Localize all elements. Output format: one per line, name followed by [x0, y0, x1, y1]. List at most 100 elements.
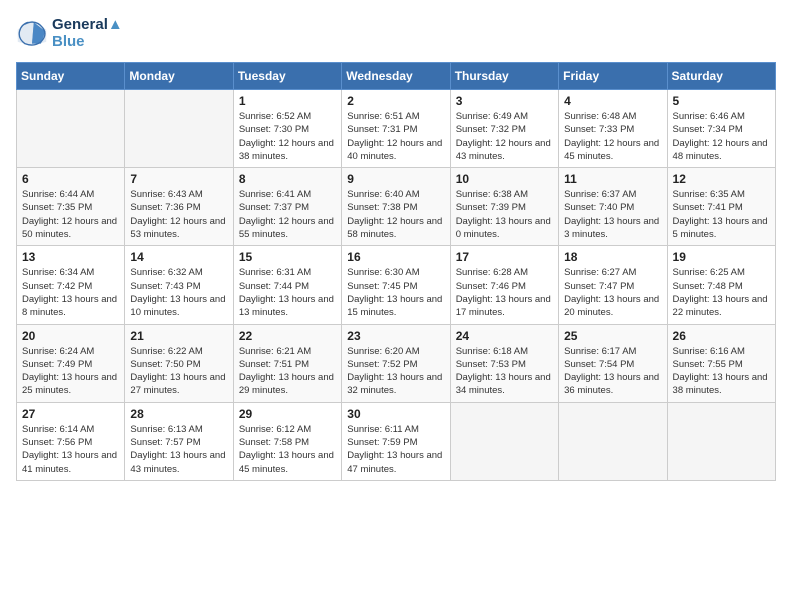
- weekday-header: Friday: [559, 63, 667, 90]
- day-number: 12: [673, 172, 770, 186]
- calendar-day-cell: 15Sunrise: 6:31 AMSunset: 7:44 PMDayligh…: [233, 246, 341, 324]
- calendar-day-cell: 1 Sunrise: 6:52 AMSunset: 7:30 PMDaylight…: [233, 90, 341, 168]
- calendar-week-row: 1 Sunrise: 6:52 AMSunset: 7:30 PMDaylight…: [17, 90, 776, 168]
- calendar-header-row: SundayMondayTuesdayWednesdayThursdayFrid…: [17, 63, 776, 90]
- calendar-day-cell: 7 Sunrise: 6:43 AMSunset: 7:36 PMDaylight…: [125, 168, 233, 246]
- day-number: 11: [564, 172, 661, 186]
- day-info: Sunrise: 6:13 AMSunset: 7:57 PMDaylight:…: [130, 423, 227, 476]
- day-info: Sunrise: 6:21 AMSunset: 7:51 PMDaylight:…: [239, 345, 336, 398]
- day-number: 18: [564, 250, 661, 264]
- calendar-week-row: 27 Sunrise: 6:14 AMSunset: 7:56 PMDayligh…: [17, 402, 776, 480]
- calendar-day-cell: 23Sunrise: 6:20 AMSunset: 7:52 PMDayligh…: [342, 324, 450, 402]
- day-number: 26: [673, 329, 770, 343]
- day-number: 7: [130, 172, 227, 186]
- calendar-day-cell: 30 Sunrise: 6:11 AMSunset: 7:59 PMDayligh…: [342, 402, 450, 480]
- calendar-day-cell: 26 Sunrise: 6:16 AMSunset: 7:55 PMDayligh…: [667, 324, 775, 402]
- calendar-day-cell: 25Sunrise: 6:17 AMSunset: 7:54 PMDayligh…: [559, 324, 667, 402]
- calendar-day-cell: [17, 90, 125, 168]
- day-number: 24: [456, 329, 553, 343]
- calendar-day-cell: [667, 402, 775, 480]
- day-info: Sunrise: 6:25 AMSunset: 7:48 PMDaylight:…: [673, 266, 770, 319]
- day-info: Sunrise: 6:28 AMSunset: 7:46 PMDaylight:…: [456, 266, 553, 319]
- weekday-header: Saturday: [667, 63, 775, 90]
- calendar-day-cell: 4 Sunrise: 6:48 AMSunset: 7:33 PMDaylight…: [559, 90, 667, 168]
- day-info: Sunrise: 6:30 AMSunset: 7:45 PMDaylight:…: [347, 266, 444, 319]
- day-number: 3: [456, 94, 553, 108]
- page-header: General▲ Blue: [16, 16, 776, 50]
- calendar-day-cell: 20 Sunrise: 6:24 AMSunset: 7:49 PMDayligh…: [17, 324, 125, 402]
- calendar-day-cell: 28 Sunrise: 6:13 AMSunset: 7:57 PMDayligh…: [125, 402, 233, 480]
- day-number: 16: [347, 250, 444, 264]
- weekday-header: Wednesday: [342, 63, 450, 90]
- day-info: Sunrise: 6:22 AMSunset: 7:50 PMDaylight:…: [130, 345, 227, 398]
- day-info: Sunrise: 6:44 AMSunset: 7:35 PMDaylight:…: [22, 188, 119, 241]
- day-info: Sunrise: 6:24 AMSunset: 7:49 PMDaylight:…: [22, 345, 119, 398]
- calendar-day-cell: [125, 90, 233, 168]
- day-number: 9: [347, 172, 444, 186]
- weekday-header: Sunday: [17, 63, 125, 90]
- day-info: Sunrise: 6:11 AMSunset: 7:59 PMDaylight:…: [347, 423, 444, 476]
- day-number: 20: [22, 329, 119, 343]
- day-info: Sunrise: 6:14 AMSunset: 7:56 PMDaylight:…: [22, 423, 119, 476]
- day-number: 1: [239, 94, 336, 108]
- calendar-day-cell: 14 Sunrise: 6:32 AMSunset: 7:43 PMDayligh…: [125, 246, 233, 324]
- day-info: Sunrise: 6:32 AMSunset: 7:43 PMDaylight:…: [130, 266, 227, 319]
- calendar-week-row: 13Sunrise: 6:34 AMSunset: 7:42 PMDayligh…: [17, 246, 776, 324]
- day-number: 4: [564, 94, 661, 108]
- calendar-week-row: 6 Sunrise: 6:44 AMSunset: 7:35 PMDaylight…: [17, 168, 776, 246]
- logo-text: General▲ Blue: [52, 16, 123, 50]
- day-number: 19: [673, 250, 770, 264]
- calendar-day-cell: 5 Sunrise: 6:46 AMSunset: 7:34 PMDaylight…: [667, 90, 775, 168]
- day-number: 5: [673, 94, 770, 108]
- calendar-day-cell: [559, 402, 667, 480]
- calendar-day-cell: 10 Sunrise: 6:38 AMSunset: 7:39 PMDayligh…: [450, 168, 558, 246]
- day-info: Sunrise: 6:34 AMSunset: 7:42 PMDaylight:…: [22, 266, 119, 319]
- day-number: 10: [456, 172, 553, 186]
- logo: General▲ Blue: [16, 16, 123, 50]
- day-number: 6: [22, 172, 119, 186]
- day-info: Sunrise: 6:35 AMSunset: 7:41 PMDaylight:…: [673, 188, 770, 241]
- day-info: Sunrise: 6:46 AMSunset: 7:34 PMDaylight:…: [673, 110, 770, 163]
- calendar-table: SundayMondayTuesdayWednesdayThursdayFrid…: [16, 62, 776, 481]
- day-number: 25: [564, 329, 661, 343]
- weekday-header: Thursday: [450, 63, 558, 90]
- calendar-day-cell: 8 Sunrise: 6:41 AMSunset: 7:37 PMDaylight…: [233, 168, 341, 246]
- day-number: 21: [130, 329, 227, 343]
- day-number: 17: [456, 250, 553, 264]
- day-info: Sunrise: 6:18 AMSunset: 7:53 PMDaylight:…: [456, 345, 553, 398]
- day-info: Sunrise: 6:49 AMSunset: 7:32 PMDaylight:…: [456, 110, 553, 163]
- calendar-day-cell: 27 Sunrise: 6:14 AMSunset: 7:56 PMDayligh…: [17, 402, 125, 480]
- day-info: Sunrise: 6:48 AMSunset: 7:33 PMDaylight:…: [564, 110, 661, 163]
- day-info: Sunrise: 6:31 AMSunset: 7:44 PMDaylight:…: [239, 266, 336, 319]
- calendar-day-cell: 18 Sunrise: 6:27 AMSunset: 7:47 PMDayligh…: [559, 246, 667, 324]
- day-info: Sunrise: 6:16 AMSunset: 7:55 PMDaylight:…: [673, 345, 770, 398]
- day-number: 28: [130, 407, 227, 421]
- calendar-day-cell: 17 Sunrise: 6:28 AMSunset: 7:46 PMDayligh…: [450, 246, 558, 324]
- calendar-day-cell: 9 Sunrise: 6:40 AMSunset: 7:38 PMDaylight…: [342, 168, 450, 246]
- day-number: 14: [130, 250, 227, 264]
- calendar-day-cell: 6 Sunrise: 6:44 AMSunset: 7:35 PMDaylight…: [17, 168, 125, 246]
- calendar-day-cell: 2 Sunrise: 6:51 AMSunset: 7:31 PMDaylight…: [342, 90, 450, 168]
- day-info: Sunrise: 6:38 AMSunset: 7:39 PMDaylight:…: [456, 188, 553, 241]
- calendar-day-cell: [450, 402, 558, 480]
- day-number: 2: [347, 94, 444, 108]
- calendar-day-cell: 12 Sunrise: 6:35 AMSunset: 7:41 PMDayligh…: [667, 168, 775, 246]
- calendar-day-cell: 11Sunrise: 6:37 AMSunset: 7:40 PMDayligh…: [559, 168, 667, 246]
- day-number: 23: [347, 329, 444, 343]
- calendar-day-cell: 21 Sunrise: 6:22 AMSunset: 7:50 PMDayligh…: [125, 324, 233, 402]
- day-info: Sunrise: 6:40 AMSunset: 7:38 PMDaylight:…: [347, 188, 444, 241]
- calendar-day-cell: 16 Sunrise: 6:30 AMSunset: 7:45 PMDayligh…: [342, 246, 450, 324]
- day-info: Sunrise: 6:43 AMSunset: 7:36 PMDaylight:…: [130, 188, 227, 241]
- day-info: Sunrise: 6:41 AMSunset: 7:37 PMDaylight:…: [239, 188, 336, 241]
- calendar-day-cell: 13Sunrise: 6:34 AMSunset: 7:42 PMDayligh…: [17, 246, 125, 324]
- day-info: Sunrise: 6:27 AMSunset: 7:47 PMDaylight:…: [564, 266, 661, 319]
- day-number: 29: [239, 407, 336, 421]
- calendar-day-cell: 22Sunrise: 6:21 AMSunset: 7:51 PMDayligh…: [233, 324, 341, 402]
- day-info: Sunrise: 6:51 AMSunset: 7:31 PMDaylight:…: [347, 110, 444, 163]
- day-number: 30: [347, 407, 444, 421]
- calendar-day-cell: 19 Sunrise: 6:25 AMSunset: 7:48 PMDayligh…: [667, 246, 775, 324]
- day-number: 27: [22, 407, 119, 421]
- day-info: Sunrise: 6:12 AMSunset: 7:58 PMDaylight:…: [239, 423, 336, 476]
- day-number: 8: [239, 172, 336, 186]
- day-info: Sunrise: 6:52 AMSunset: 7:30 PMDaylight:…: [239, 110, 336, 163]
